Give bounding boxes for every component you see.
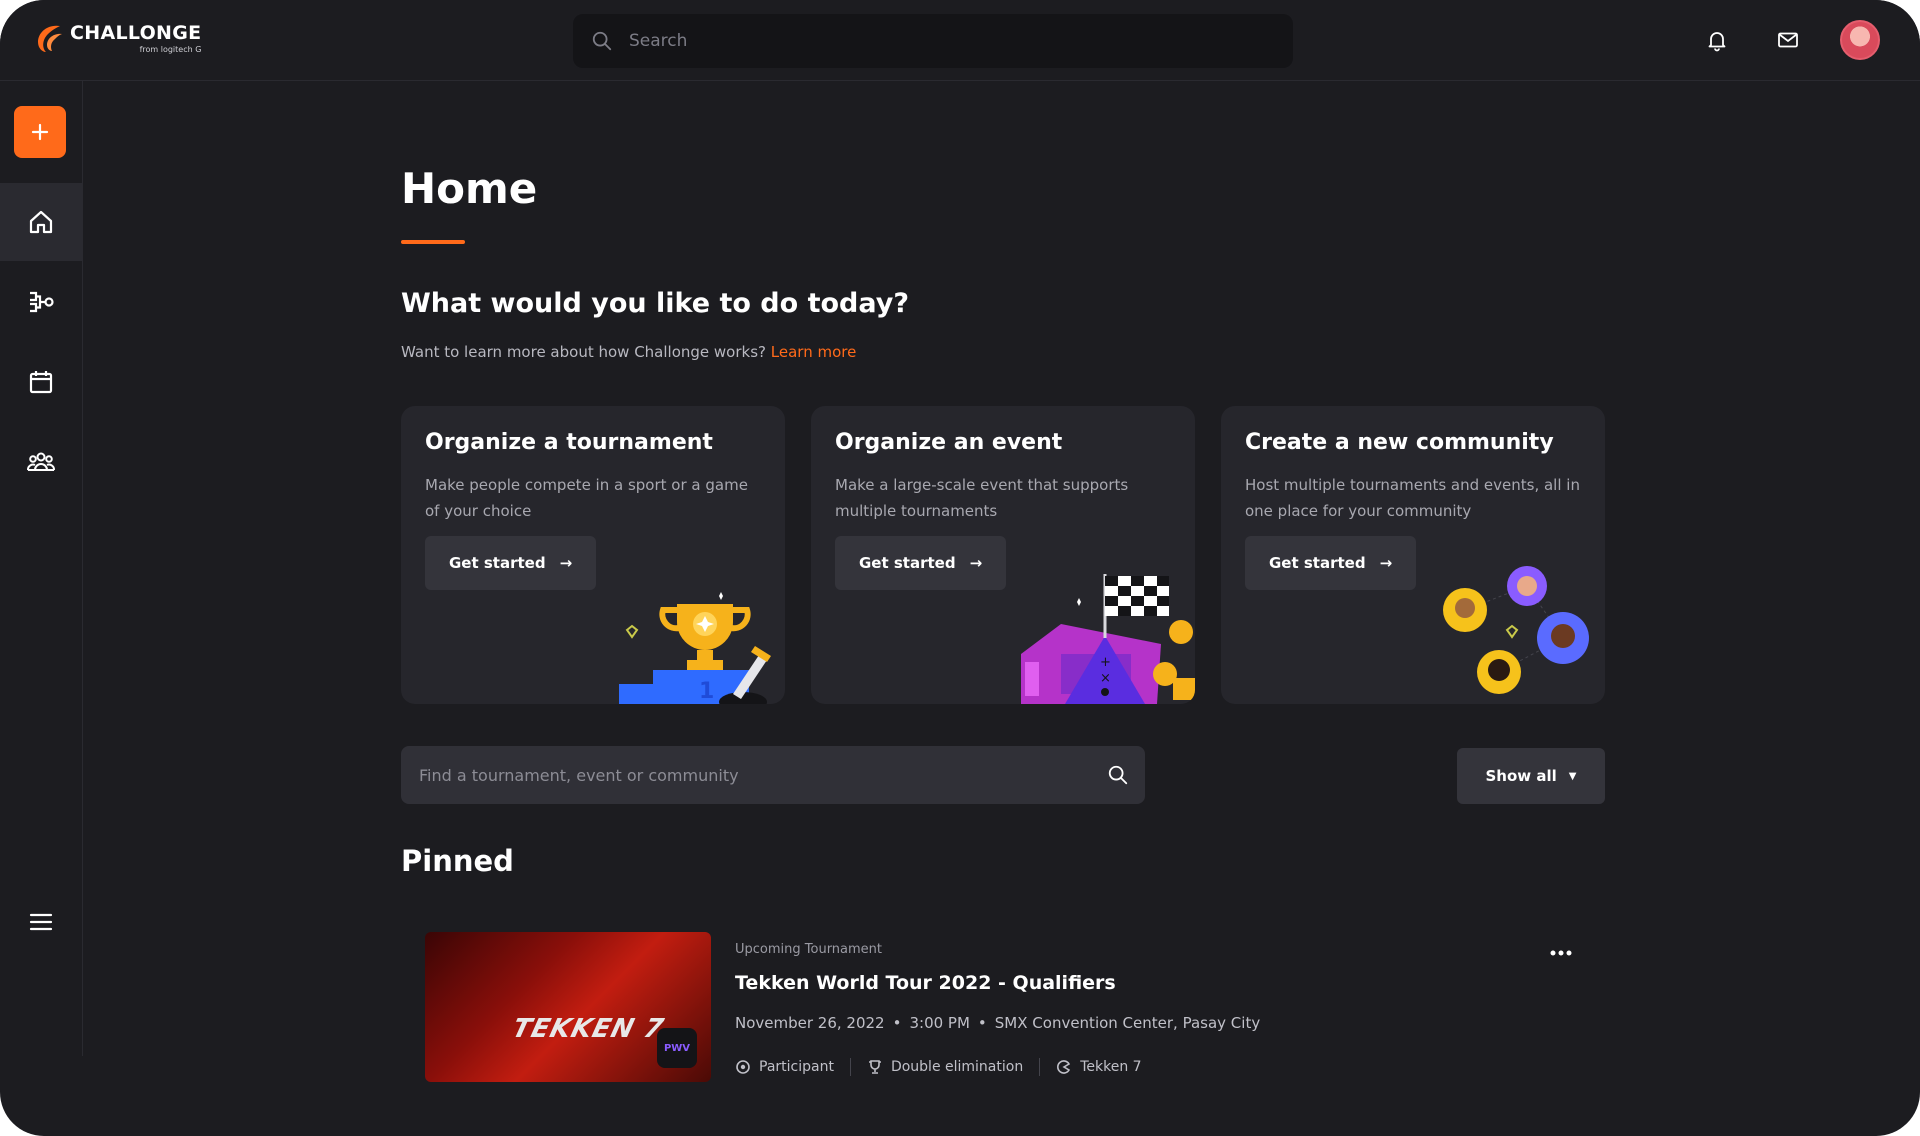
card-title: Organize a tournament bbox=[425, 430, 713, 455]
get-started-label: Get started bbox=[449, 554, 546, 572]
tournament-type: Upcoming Tournament bbox=[735, 942, 883, 957]
section-heading: What would you like to do today? bbox=[401, 288, 910, 319]
svg-text:×: × bbox=[1100, 671, 1111, 686]
home-icon bbox=[29, 210, 53, 234]
card-title: Create a new community bbox=[1245, 430, 1554, 455]
thumbnail-game-logo: TEKKEN 7 bbox=[509, 1014, 668, 1044]
arrow-right-icon: → bbox=[1379, 554, 1393, 572]
get-started-button[interactable]: Get started → bbox=[1245, 536, 1417, 590]
tournament-thumbnail[interactable]: TEKKEN 7 PWV bbox=[425, 932, 711, 1082]
trophy-icon bbox=[868, 1060, 881, 1074]
tournament-tags: Participant Double elimination Tekken 7 bbox=[735, 1058, 1142, 1076]
app-window: CHALLONGE from logitech G Search Home Wh… bbox=[0, 0, 1920, 1136]
sidebar-item-communities[interactable] bbox=[0, 423, 82, 501]
learn-more-link[interactable]: Learn more bbox=[771, 343, 857, 361]
show-all-dropdown[interactable]: Show all ▼ bbox=[1457, 748, 1605, 804]
mail-icon[interactable] bbox=[1776, 28, 1800, 52]
event-illustration: + × bbox=[1021, 574, 1195, 704]
community-illustration bbox=[1443, 566, 1589, 694]
intro-text-label: Want to learn more about how Challonge w… bbox=[401, 343, 766, 361]
top-bar: CHALLONGE from logitech G bbox=[0, 0, 1920, 81]
more-options-button[interactable] bbox=[1543, 942, 1579, 964]
game-icon bbox=[1057, 1060, 1071, 1074]
pinned-item[interactable]: TEKKEN 7 PWV Upcoming Tournament Tekken … bbox=[425, 932, 1605, 1082]
get-started-button[interactable]: Get started → bbox=[835, 536, 1007, 590]
challonge-logo[interactable]: CHALLONGE from logitech G bbox=[34, 22, 201, 54]
trophy-illustration: 1 bbox=[619, 592, 771, 704]
community-icon bbox=[27, 452, 55, 471]
sidebar-item-brackets[interactable] bbox=[0, 263, 82, 341]
logo-name: CHALLONGE bbox=[70, 21, 202, 44]
arrow-right-icon: → bbox=[559, 554, 573, 572]
card-organize-tournament[interactable]: Organize a tournament Make people compet… bbox=[401, 406, 785, 704]
find-input[interactable] bbox=[417, 764, 1081, 786]
challonge-logo-icon bbox=[38, 25, 62, 52]
card-create-community[interactable]: Create a new community Host multiple tou… bbox=[1221, 406, 1605, 704]
find-search[interactable] bbox=[401, 746, 1145, 804]
thumbnail-badge: PWV bbox=[657, 1028, 697, 1068]
arrow-right-icon: → bbox=[969, 554, 983, 572]
tournament-time: 3:00 PM bbox=[909, 1014, 970, 1032]
tag-label: Participant bbox=[759, 1059, 834, 1075]
card-description: Host multiple tournaments and events, al… bbox=[1245, 476, 1580, 520]
sidebar-menu-button[interactable] bbox=[0, 883, 82, 961]
intro-text: Want to learn more about how Challonge w… bbox=[401, 343, 856, 361]
more-icon bbox=[1550, 950, 1572, 956]
bracket-icon bbox=[30, 291, 54, 313]
tournament-meta: November 26, 2022 • 3:00 PM • SMX Convention… bbox=[735, 1014, 1260, 1032]
tag-divider bbox=[849, 1058, 851, 1076]
tag-label: Double elimination bbox=[890, 1059, 1024, 1075]
user-avatar[interactable] bbox=[1840, 20, 1880, 60]
chevron-down-icon: ▼ bbox=[1568, 770, 1577, 782]
plus-icon bbox=[31, 123, 49, 141]
card-description: Make people compete in a sport or a game… bbox=[425, 476, 748, 520]
card-description: Make a large-scale event that supports m… bbox=[835, 476, 1129, 520]
search-icon[interactable] bbox=[1107, 764, 1129, 786]
tournament-location: SMX Convention Center, Pasay City bbox=[994, 1014, 1261, 1032]
calendar-icon bbox=[29, 371, 53, 394]
tag-participant: Participant bbox=[735, 1059, 834, 1075]
separator-dot: • bbox=[977, 1014, 987, 1032]
sidebar bbox=[0, 80, 83, 1056]
svg-text:1: 1 bbox=[699, 679, 714, 704]
sidebar-item-events[interactable] bbox=[0, 343, 82, 421]
tag-divider bbox=[1039, 1058, 1041, 1076]
hamburger-icon bbox=[29, 913, 53, 931]
title-underline bbox=[401, 240, 465, 244]
participant-icon bbox=[736, 1060, 750, 1074]
get-started-button[interactable]: Get started → bbox=[425, 536, 597, 590]
tag-game: Tekken 7 bbox=[1056, 1059, 1142, 1075]
page-title: Home bbox=[401, 164, 538, 213]
bell-icon[interactable] bbox=[1705, 28, 1729, 52]
pinned-heading: Pinned bbox=[401, 844, 514, 878]
separator-dot: • bbox=[892, 1014, 902, 1032]
show-all-label: Show all bbox=[1485, 767, 1557, 785]
tournament-date: November 26, 2022 bbox=[735, 1014, 885, 1032]
get-started-label: Get started bbox=[1269, 554, 1366, 572]
card-organize-event[interactable]: Organize an event Make a large-scale eve… bbox=[811, 406, 1195, 704]
global-search-input[interactable] bbox=[627, 30, 1231, 52]
get-started-label: Get started bbox=[859, 554, 956, 572]
card-title: Organize an event bbox=[835, 430, 1063, 455]
tag-format: Double elimination bbox=[867, 1059, 1023, 1075]
svg-text:+: + bbox=[1100, 655, 1111, 670]
logo-subtitle: from logitech G bbox=[139, 44, 202, 54]
create-button[interactable] bbox=[14, 106, 66, 158]
tag-label: Tekken 7 bbox=[1080, 1059, 1142, 1075]
global-search[interactable] bbox=[573, 14, 1293, 68]
sidebar-item-home[interactable] bbox=[0, 183, 82, 261]
tournament-title[interactable]: Tekken World Tour 2022 - Qualifiers bbox=[735, 972, 1116, 994]
search-icon bbox=[592, 31, 612, 51]
